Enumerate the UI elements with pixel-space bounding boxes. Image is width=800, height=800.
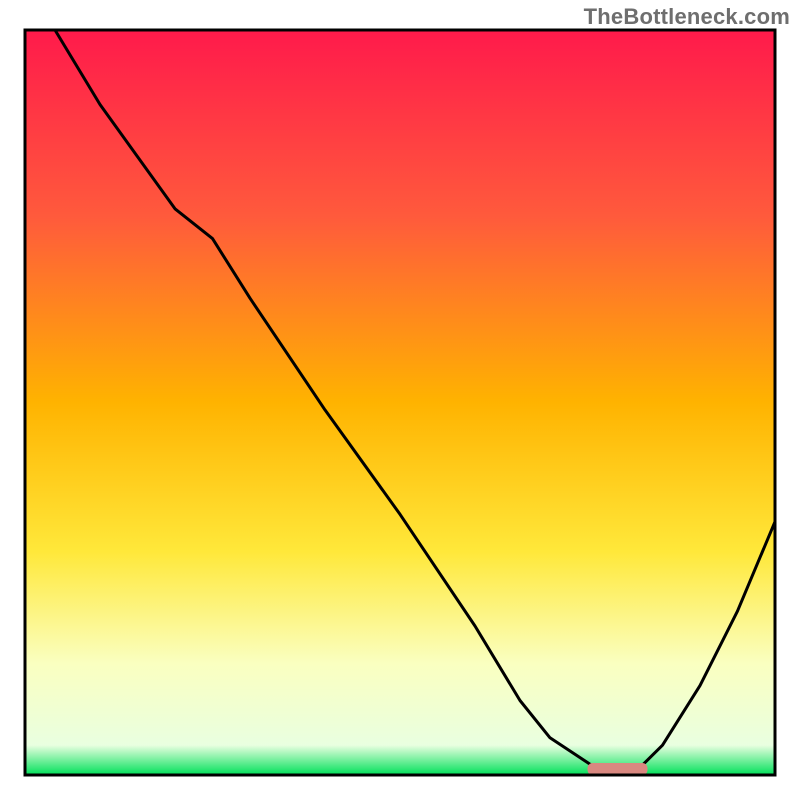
chart-svg — [0, 0, 800, 800]
chart-container: TheBottleneck.com — [0, 0, 800, 800]
watermark-text: TheBottleneck.com — [584, 4, 790, 30]
optimum-marker — [588, 763, 648, 775]
plot-background — [25, 30, 775, 775]
